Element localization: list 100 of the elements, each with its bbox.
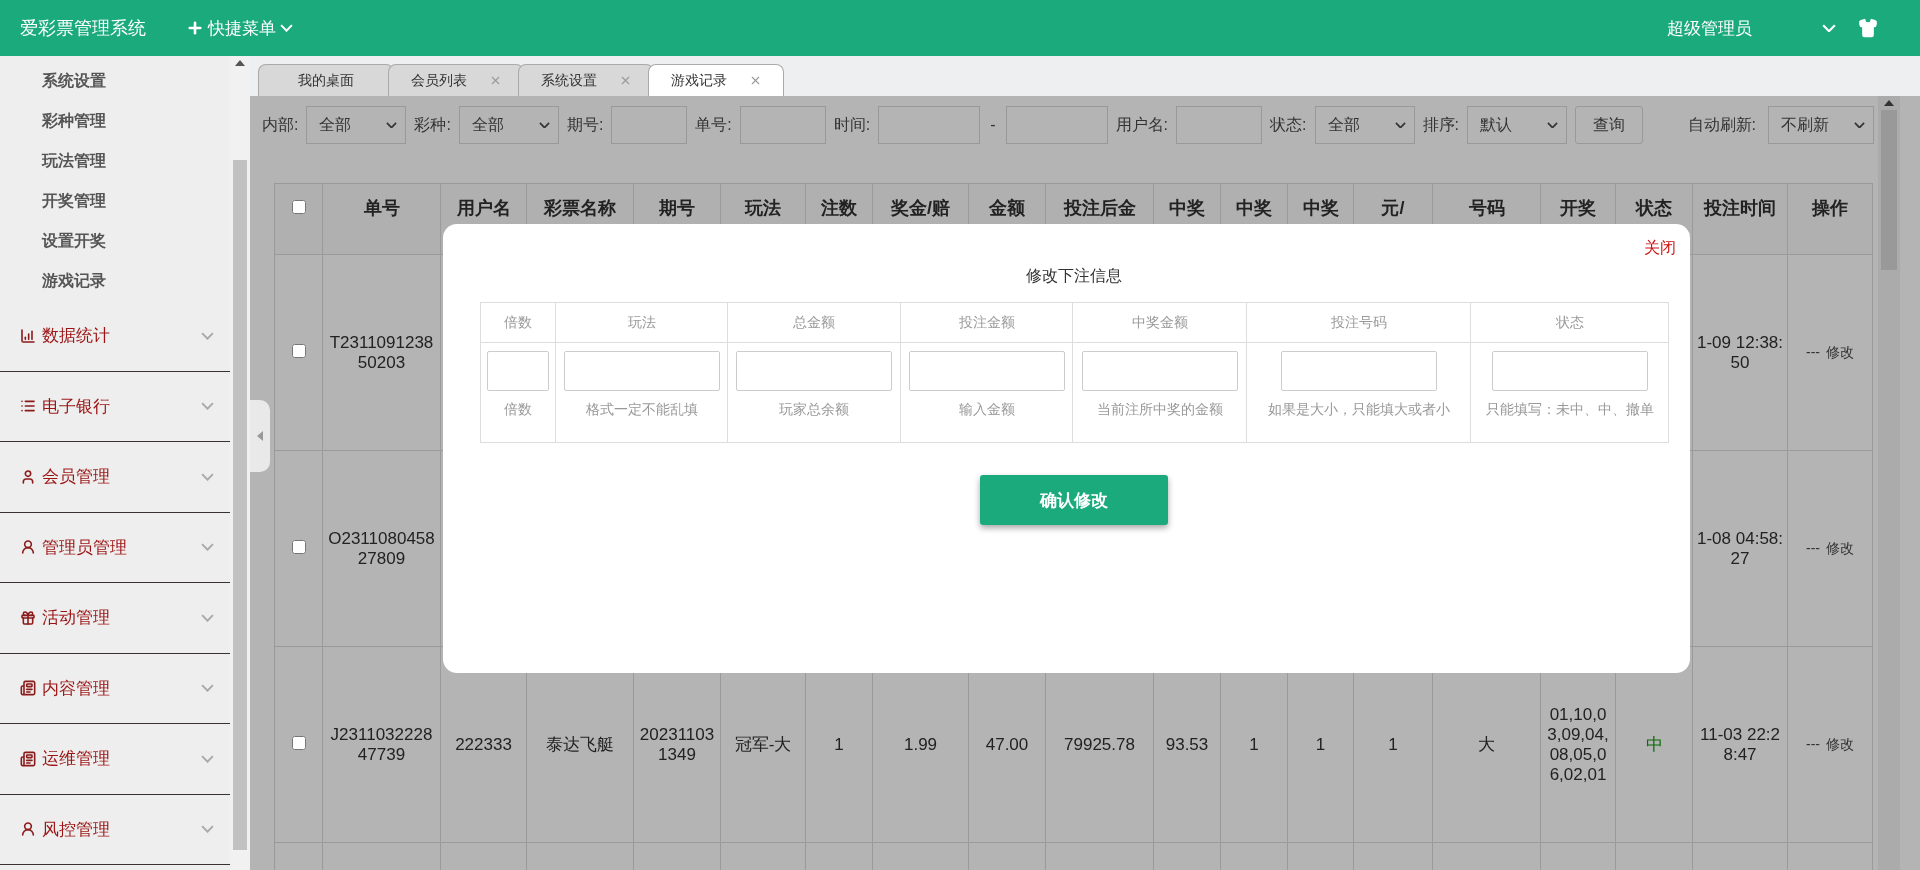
search-button[interactable]: 查询	[1574, 106, 1643, 144]
table-cell: 11-03 22:28:47	[1692, 646, 1788, 843]
scrollbar-thumb[interactable]	[233, 160, 247, 850]
header-cell: 单号	[322, 183, 441, 255]
filter-label: 彩种:	[414, 114, 451, 135]
shirt-icon[interactable]	[1858, 18, 1878, 38]
input-field[interactable]	[1081, 351, 1238, 391]
app-title: 爱彩票管理系统	[20, 17, 146, 40]
input-field[interactable]	[878, 106, 981, 144]
table-cell: T231109123850203	[322, 254, 441, 451]
menu-icon	[20, 680, 36, 697]
filter-label: 自动刷新:	[1687, 114, 1756, 135]
field-hint: 格式一定不能乱填	[584, 401, 699, 419]
group-label: 风控管理	[42, 818, 111, 841]
chevron-down-icon	[1854, 121, 1865, 129]
group-label: 管理员管理	[42, 536, 128, 559]
tab[interactable]: 游戏记录	[648, 64, 784, 96]
header-cell: 状态	[1470, 302, 1669, 343]
select-field[interactable]: 不刷新	[1768, 106, 1874, 144]
input-field[interactable]	[1491, 351, 1648, 391]
range-separator: -	[990, 116, 996, 134]
chevron-down-icon	[1394, 121, 1406, 129]
sidebar-item[interactable]: 彩种管理	[0, 101, 230, 141]
menu-icon	[20, 468, 36, 485]
edit-link[interactable]: 修改	[1826, 343, 1854, 360]
select-field[interactable]: 全部	[458, 106, 559, 144]
field-hint: 只能填写：未中、中、撤单	[1484, 401, 1655, 419]
table-cell: J231103222847739	[322, 646, 441, 843]
dialog-title: 修改下注信息	[1025, 266, 1123, 286]
filter-label: 排序:	[1422, 114, 1459, 135]
input-field[interactable]	[1005, 106, 1108, 144]
group-label: 内容管理	[42, 677, 111, 700]
input-field[interactable]	[1280, 351, 1437, 391]
header-cell: 玩法	[555, 302, 728, 343]
select-all-checkbox[interactable]	[291, 200, 306, 214]
sidebar-item[interactable]: 游戏记录	[0, 261, 230, 301]
chevron-down-icon	[1546, 121, 1558, 129]
group-label: 电子银行	[42, 395, 111, 418]
sidebar-item[interactable]: 系统设置	[0, 61, 230, 101]
input-field[interactable]	[736, 351, 892, 391]
edit-link[interactable]: 修改	[1826, 539, 1854, 556]
scroll-up-icon[interactable]	[1884, 100, 1894, 106]
select-field[interactable]: 默认	[1466, 106, 1567, 144]
chevron-down-icon	[538, 121, 550, 129]
header-cell: 总金额	[727, 302, 901, 343]
sidebar-item[interactable]: 玩法管理	[0, 141, 230, 181]
field-hint: 玩家总余额	[778, 401, 850, 419]
row-checkbox[interactable]	[291, 344, 306, 358]
dash-text: ---	[1806, 539, 1820, 556]
input-field[interactable]	[563, 351, 720, 391]
filter-label: 状态:	[1270, 114, 1307, 135]
filter-label: 用户名:	[1115, 114, 1169, 135]
table-cell: O231108045827809	[322, 450, 441, 647]
header-cell: 中奖金额	[1072, 302, 1247, 343]
input-field[interactable]	[487, 351, 549, 391]
filter-label: 期号:	[566, 114, 604, 135]
field-hint: 当前注所中奖的金额	[1095, 401, 1224, 419]
menu-icon	[20, 609, 36, 626]
header-cell: 操作	[1787, 183, 1873, 255]
group-label: 活动管理	[42, 607, 111, 630]
scroll-up-icon[interactable]	[235, 60, 245, 66]
sidebar-item[interactable]: 开奖管理	[0, 181, 230, 221]
chevron-down-icon	[386, 121, 398, 129]
header-cell: 投注时间	[1692, 183, 1788, 255]
input-field[interactable]	[739, 106, 826, 144]
header-cell: 投注号码	[1246, 302, 1471, 343]
input-field[interactable]	[1176, 106, 1263, 144]
menu-icon	[20, 327, 36, 344]
chevron-down-icon	[1822, 23, 1836, 33]
field-hint: 倍数	[503, 401, 533, 419]
user-name: 超级管理员	[1667, 17, 1752, 40]
scrollbar[interactable]	[1878, 96, 1900, 870]
group-label: 会员管理	[42, 466, 111, 489]
sidebar-item[interactable]: 设置开奖	[0, 221, 230, 261]
filter-label: 单号:	[695, 114, 732, 135]
select-field[interactable]: 全部	[1314, 106, 1415, 144]
menu-icon	[20, 750, 36, 767]
edit-link[interactable]: 修改	[1826, 735, 1854, 752]
filter-label: 时间:	[833, 114, 871, 135]
input-field[interactable]	[611, 106, 688, 144]
header-cell: 倍数	[480, 302, 556, 343]
row-checkbox[interactable]	[291, 540, 306, 554]
group-label: 运维管理	[42, 748, 111, 771]
header-cell: 投注金额	[900, 302, 1073, 343]
select-field[interactable]: 全部	[306, 106, 407, 144]
table-cell: 1-09 12:38:50	[1692, 254, 1788, 451]
collapse-handle[interactable]	[250, 400, 270, 472]
menu-icon	[20, 539, 36, 556]
filter-label: 内部:	[262, 114, 299, 135]
dash-text: ---	[1806, 343, 1820, 360]
field-hint: 如果是大小，只能填大或者小	[1266, 401, 1451, 419]
input-field[interactable]	[908, 351, 1065, 391]
field-hint: 输入金额	[957, 401, 1016, 419]
dash-text: ---	[1806, 735, 1820, 752]
menu-icon	[20, 821, 36, 838]
table-cell: 1-08 04:58:27	[1692, 450, 1788, 647]
group-label: 数据统计	[42, 325, 111, 348]
plus-icon	[186, 19, 204, 37]
chevron-down-icon	[280, 24, 293, 32]
row-checkbox[interactable]	[291, 736, 306, 750]
